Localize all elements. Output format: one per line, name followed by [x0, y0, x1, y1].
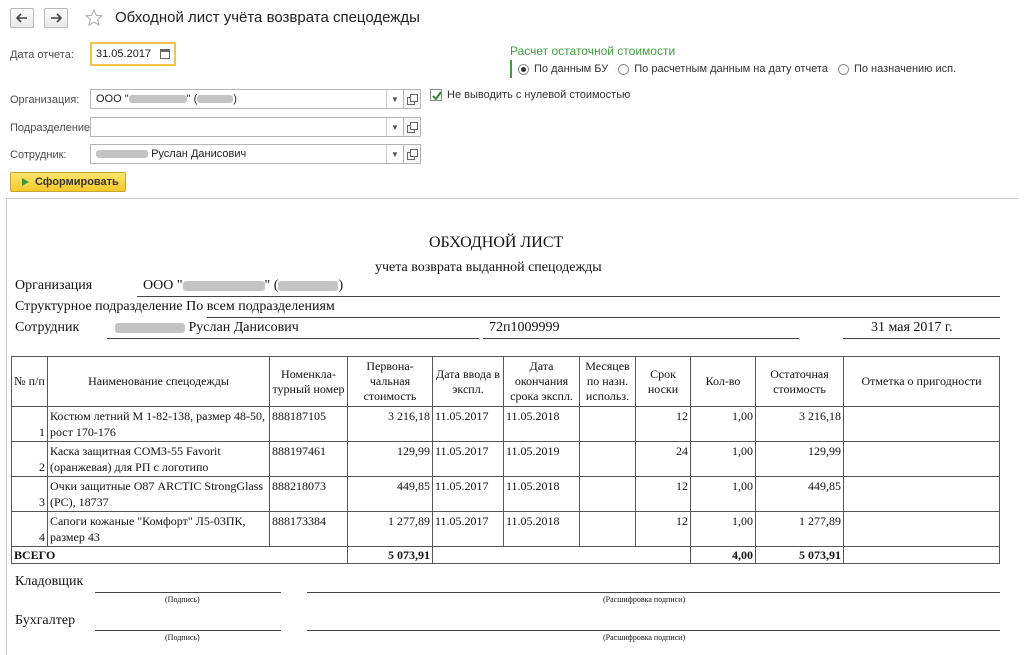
star-icon[interactable]: [84, 8, 104, 28]
back-button[interactable]: [10, 8, 34, 28]
organization-field[interactable]: ООО " " () ▼: [90, 89, 404, 109]
column-header: Отметка о пригодности: [843, 356, 1000, 407]
department-open-button[interactable]: [403, 117, 421, 137]
column-header: Остаточная стоимость: [755, 356, 844, 407]
report-subtitle: учета возврата выданной спецодежды: [375, 260, 602, 275]
radio-icon[interactable]: [618, 63, 630, 75]
column-header: Наименование спецодежды: [47, 356, 270, 407]
table-header-row: № п/п Наименование спецодежды Номенкла-т…: [11, 356, 1000, 407]
open-form-icon: [407, 149, 418, 160]
column-header: Кол-во: [690, 356, 756, 407]
report-org-value: ООО " " (): [143, 278, 344, 293]
items-table: № п/п Наименование спецодежды Номенкла-т…: [11, 356, 1000, 564]
residual-calc-title: Расчет остаточной стоимости: [510, 44, 676, 58]
employee-open-button[interactable]: [403, 144, 421, 164]
accountant-label: Бухгалтер: [15, 613, 76, 628]
checkbox-checked-icon[interactable]: [430, 89, 442, 101]
open-form-icon: [407, 122, 418, 133]
arrow-right-icon: [51, 13, 62, 23]
column-header: Дата окончания срока экспл.: [503, 356, 580, 407]
column-header: Номенкла-турный номер: [269, 356, 348, 407]
radio-icon[interactable]: [837, 63, 849, 75]
date-label: Дата отчета:: [10, 49, 74, 61]
residual-calc-radio-group: По данным БУ По расчетным данным на дату…: [510, 60, 966, 78]
date-input[interactable]: 31.05.2017: [90, 42, 176, 66]
organization-open-button[interactable]: [403, 89, 421, 109]
date-value: 31.05.2017: [96, 48, 152, 60]
chevron-down-icon[interactable]: ▼: [386, 118, 403, 136]
employee-field[interactable]: Руслан Данисович ▼: [90, 144, 404, 164]
report-title: ОБХОДНОЙ ЛИСТ: [429, 234, 564, 251]
radio-selected-icon[interactable]: [518, 63, 529, 75]
window-title: Обходной лист учёта возврата спецодежды: [115, 9, 420, 26]
generate-button[interactable]: Сформировать: [10, 172, 126, 192]
table-row: 2 Каска защитная СОМЗ-55 Favorit (оранже…: [11, 441, 1000, 477]
organization-label: Организация:: [10, 94, 80, 106]
report-area: ОБХОДНОЙ ЛИСТ учета возврата выданной сп…: [6, 198, 1018, 655]
report-date: 31 мая 2017 г.: [871, 320, 953, 335]
decode-caption: (Расшифровка подписи): [603, 595, 686, 604]
table-row: 1 Костюм летний М 1-82-138, размер 48-50…: [11, 406, 1000, 442]
decode-caption: (Расшифровка подписи): [603, 633, 686, 642]
report-employee-value: Руслан Данисович: [115, 320, 299, 336]
open-form-icon: [407, 94, 418, 105]
radio-by-purpose[interactable]: По назначению исп.: [837, 63, 956, 75]
report-department-line: Структурное подразделение По всем подраз…: [15, 299, 335, 314]
radio-by-accounting[interactable]: По данным БУ: [518, 63, 608, 75]
chevron-down-icon[interactable]: ▼: [386, 145, 403, 163]
table-row: 3 Очки защитные О87 ARCTIC StrongGlass (…: [11, 476, 1000, 512]
forward-button[interactable]: [44, 8, 68, 28]
play-icon: [22, 178, 29, 186]
department-label: Подразделение:: [10, 122, 94, 134]
signature-caption: (Подпись): [165, 595, 200, 604]
table-total-row: ВСЕГО 5 073,91 4,00 5 073,91: [11, 546, 1000, 564]
employee-label: Сотрудник:: [10, 149, 67, 161]
employee-value: Руслан Данисович: [96, 148, 246, 160]
report-employee-number: 72п1009999: [489, 320, 560, 335]
column-header: Месяцев по назн. использ.: [579, 356, 636, 407]
signature-caption: (Подпись): [165, 633, 200, 642]
calendar-icon[interactable]: [160, 49, 170, 59]
exclude-zero-label: Не выводить с нулевой стоимостью: [447, 89, 631, 101]
column-header: № п/п: [11, 356, 48, 407]
report-employee-label: Сотрудник: [15, 320, 80, 335]
exclude-zero-checkbox[interactable]: Не выводить с нулевой стоимостью: [430, 89, 630, 101]
column-header: Дата ввода в экспл.: [432, 356, 504, 407]
organization-value: ООО " " (): [96, 93, 237, 105]
department-field[interactable]: ▼: [90, 117, 404, 137]
column-header: Первона-чальная стоимость: [347, 356, 433, 407]
storekeeper-label: Кладовщик: [15, 574, 84, 589]
table-row: 4 Сапоги кожаные "Комфорт" Л5-03ПК, разм…: [11, 511, 1000, 547]
arrow-left-icon: [16, 13, 27, 23]
radio-by-calculated[interactable]: По расчетным данным на дату отчета: [618, 63, 828, 75]
column-header: Срок носки: [635, 356, 691, 407]
chevron-down-icon[interactable]: ▼: [386, 90, 403, 108]
report-org-label: Организация: [15, 278, 93, 293]
